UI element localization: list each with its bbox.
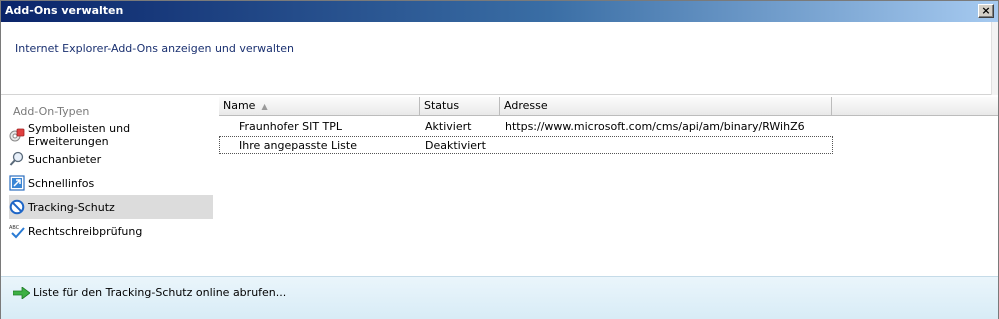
accelerator-icon (9, 175, 25, 191)
row-name: Ihre angepasste Liste (239, 139, 357, 152)
table-row[interactable]: Ihre angepasste Liste Deaktiviert (219, 136, 833, 154)
svg-text:ABC: ABC (9, 225, 20, 231)
footer-panel: Liste für den Tracking-Schutz online abr… (1, 276, 998, 319)
add-ons-dialog: Add-Ons verwalten × Internet Explorer-Ad… (0, 0, 999, 319)
column-header-name[interactable]: Name ▲ (219, 97, 420, 116)
row-name: Fraunhofer SIT TPL (239, 120, 343, 133)
no-entry-icon (9, 199, 25, 215)
spellcheck-icon: ABC (9, 223, 25, 239)
sort-ascending-icon: ▲ (261, 102, 268, 111)
table-row[interactable]: Fraunhofer SIT TPL Aktiviert https://www… (219, 118, 833, 136)
title-bar[interactable]: Add-Ons verwalten × (1, 1, 998, 22)
header-subtitle: Internet Explorer-Add-Ons anzeigen und v… (15, 42, 295, 55)
sidebar-item-search-providers[interactable]: Suchanbieter (9, 147, 213, 171)
row-status: Deaktiviert (425, 139, 486, 152)
window-title: Add-Ons verwalten (5, 4, 124, 17)
footer-link-label: Liste für den Tracking-Schutz online abr… (33, 286, 287, 299)
row-status: Aktiviert (425, 120, 472, 133)
sidebar-item-label: Rechtschreibprüfung (28, 224, 143, 238)
sidebar-item-label: Suchanbieter (28, 152, 102, 166)
row-address: https://www.microsoft.com/cms/api/am/bin… (505, 120, 805, 133)
sidebar-item-label: Schnellinfos (28, 176, 95, 190)
sidebar-item-spelling[interactable]: ABC Rechtschreibprüfung (9, 219, 213, 243)
addon-types-sidebar: Add-On-Typen Symbolleisten und Erweiteru… (1, 96, 215, 276)
sidebar-item-tracking-protection[interactable]: Tracking-Schutz (9, 195, 213, 219)
column-header-status[interactable]: Status (420, 97, 500, 116)
sidebar-item-label: Symbolleisten und Erweiterungen (28, 122, 131, 148)
header-panel: Internet Explorer-Add-Ons anzeigen und v… (1, 22, 998, 95)
sidebar-heading: Add-On-Typen (13, 105, 90, 118)
gear-puzzle-icon (9, 127, 25, 143)
close-button[interactable]: × (978, 4, 994, 18)
green-arrow-icon (12, 285, 31, 300)
sidebar-item-toolbars-extensions[interactable]: Symbolleisten und Erweiterungen (9, 122, 213, 148)
header-scrollbar[interactable] (991, 22, 998, 95)
list-header: Name ▲ Status Adresse (219, 97, 998, 116)
column-header-address[interactable]: Adresse (500, 97, 832, 116)
sidebar-item-accelerators[interactable]: Schnellinfos (9, 171, 213, 195)
sidebar-item-label: Tracking-Schutz (28, 200, 115, 214)
search-icon (9, 151, 25, 167)
get-tracking-list-online-link[interactable]: Liste für den Tracking-Schutz online abr… (12, 285, 287, 300)
addon-list: Name ▲ Status Adresse Fraunhofer SIT TPL … (219, 96, 998, 276)
